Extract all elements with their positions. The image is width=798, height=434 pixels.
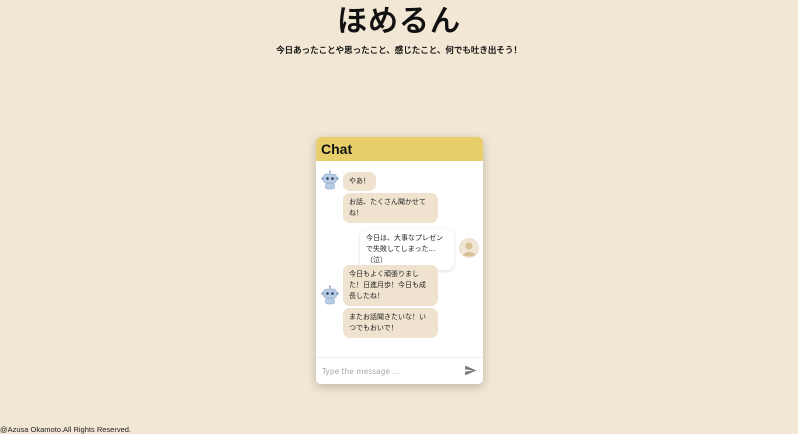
bot-message: やあ！ (343, 172, 376, 191)
chat-window: Chat やあ！ お話、たくさん聞かせてね！ 今日は、大事なプレゼンで失敗してし… (316, 137, 483, 384)
app-title: ほめるん (337, 4, 461, 39)
user-message: 今日は、大事なプレゼンで失敗してしまった...（泣） (360, 229, 454, 270)
bot-message: 今日もよく頑張りました！日進月歩！今日も成長したね！ (343, 265, 438, 306)
footer-copyright: @Azusa Okamoto.All Rights Reserved. (0, 425, 131, 434)
person-icon (459, 238, 479, 258)
chat-header: Chat (316, 137, 483, 161)
robot-icon (321, 170, 339, 190)
message-input[interactable] (320, 363, 464, 379)
send-icon[interactable] (464, 364, 477, 377)
message-input-bar (316, 357, 483, 384)
bot-message: お話、たくさん聞かせてね！ (343, 193, 438, 223)
robot-icon (321, 285, 339, 305)
bot-message: またお話聞きたいな！いつでもおいで！ (343, 308, 438, 338)
app-subtitle: 今日あったことや思ったこと、感じたこと、何でも吐き出そう！ (276, 46, 522, 56)
